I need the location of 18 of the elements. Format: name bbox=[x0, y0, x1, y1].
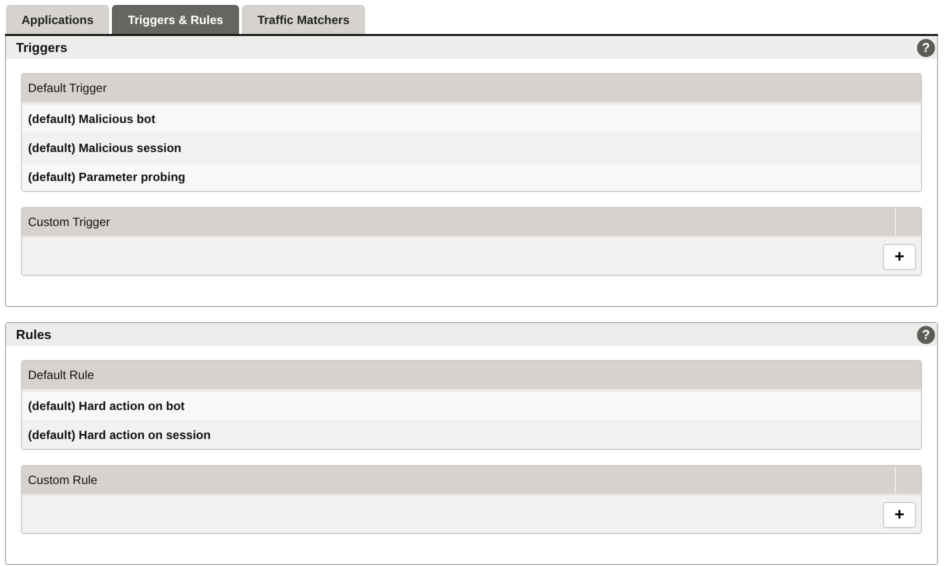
tab[interactable]: Triggers & Rules bbox=[112, 5, 239, 34]
table-header: Custom Rule bbox=[27, 472, 98, 489]
table-row[interactable]: (default) Parameter probing bbox=[22, 162, 921, 191]
help-button[interactable]: ? bbox=[917, 38, 935, 56]
table-header: Custom Trigger bbox=[27, 214, 112, 231]
panel-title: Triggers bbox=[16, 40, 68, 55]
tab[interactable]: Traffic Matchers bbox=[242, 5, 365, 34]
table-row[interactable]: (default) Malicious bot bbox=[22, 104, 921, 133]
panel-title: Rules bbox=[16, 327, 52, 342]
help-button[interactable]: ? bbox=[917, 326, 935, 344]
tab[interactable]: Applications bbox=[6, 5, 109, 34]
table-header: Default Rule bbox=[22, 361, 921, 391]
table-header: Default Trigger bbox=[22, 74, 921, 104]
table-row[interactable]: (default) Hard action on session bbox=[22, 420, 921, 449]
add-button[interactable]: + bbox=[883, 244, 916, 270]
table-row[interactable]: (default) Malicious session bbox=[22, 133, 921, 162]
add-button[interactable]: + bbox=[883, 502, 916, 528]
table-row[interactable]: (default) Hard action on bot bbox=[22, 391, 921, 420]
